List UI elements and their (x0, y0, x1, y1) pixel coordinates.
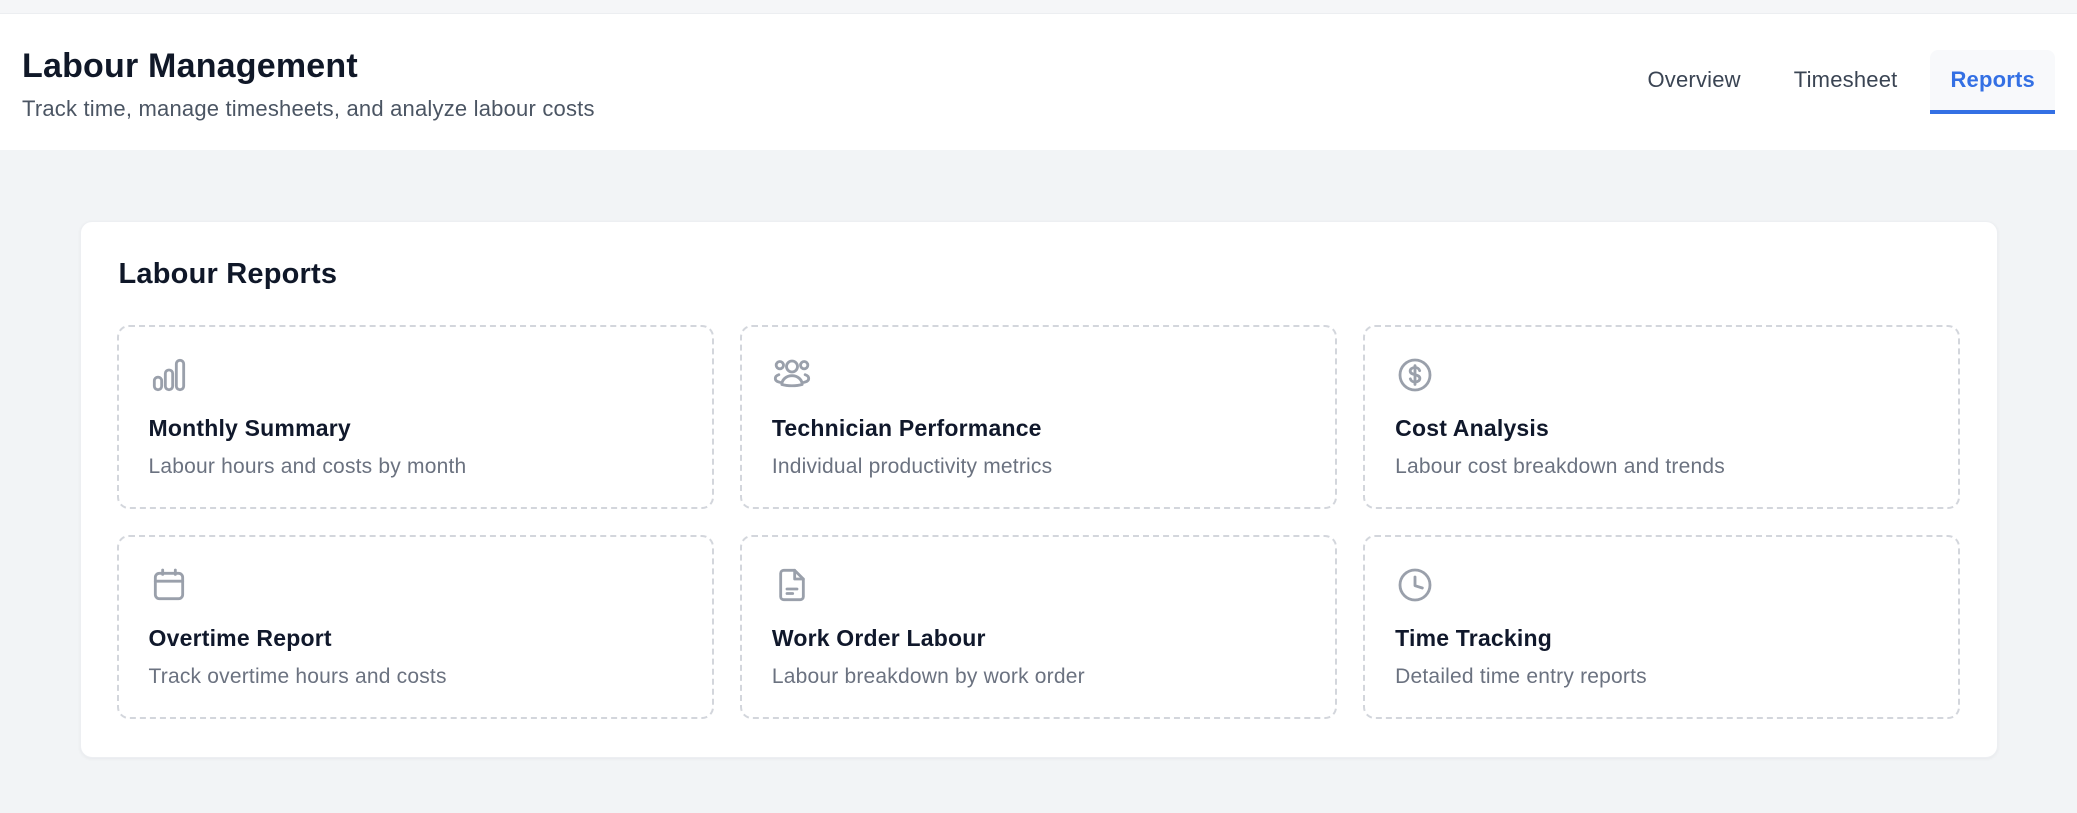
main-content: Labour Reports Monthly Summary Labour ho… (0, 221, 2077, 758)
report-card-description: Labour hours and costs by month (148, 455, 467, 478)
tab-timesheet[interactable]: Timesheet (1774, 50, 1918, 114)
report-card-title: Time Tracking (1395, 625, 1553, 651)
tab-overview[interactable]: Overview (1627, 50, 1760, 114)
report-card-title: Cost Analysis (1395, 415, 1550, 441)
report-card-description: Labour cost breakdown and trends (1395, 455, 1725, 478)
report-card-cost-analysis[interactable]: Cost Analysis Labour cost breakdown and … (1363, 325, 1961, 509)
page-title: Labour Management (22, 46, 358, 85)
clock-icon (1395, 565, 1435, 605)
report-card-description: Labour breakdown by work order (771, 665, 1085, 688)
top-strip (0, 0, 2077, 14)
users-icon (772, 355, 812, 395)
report-card-time-tracking[interactable]: Time Tracking Detailed time entry report… (1363, 535, 1961, 719)
labour-reports-panel: Labour Reports Monthly Summary Labour ho… (79, 221, 1998, 758)
calendar-icon (149, 565, 189, 605)
report-card-description: Individual productivity metrics (771, 455, 1053, 478)
report-card-title: Monthly Summary (148, 415, 351, 441)
bar-chart-icon (149, 355, 189, 395)
dollar-circle-icon (1395, 355, 1435, 395)
report-card-technician-performance[interactable]: Technician Performance Individual produc… (739, 325, 1338, 509)
report-card-work-order-labour[interactable]: Work Order Labour Labour breakdown by wo… (739, 535, 1338, 719)
report-card-description: Detailed time entry reports (1395, 665, 1647, 688)
tab-reports[interactable]: Reports (1930, 50, 2055, 114)
report-grid: Monthly Summary Labour hours and costs b… (116, 325, 1961, 719)
labour-management-screen: Labour Management Track time, manage tim… (0, 0, 2077, 813)
header-text-block: Labour Management Track time, manage tim… (22, 42, 595, 123)
panel-title: Labour Reports (118, 258, 338, 290)
report-card-title: Work Order Labour (771, 625, 986, 651)
page-header: Labour Management Track time, manage tim… (0, 14, 2077, 150)
report-card-title: Overtime Report (148, 625, 332, 651)
report-card-title: Technician Performance (771, 415, 1042, 441)
page-subtitle: Track time, manage timesheets, and analy… (22, 96, 595, 122)
report-card-overtime-report[interactable]: Overtime Report Track overtime hours and… (116, 535, 714, 719)
report-card-description: Track overtime hours and costs (148, 665, 447, 688)
file-text-icon (772, 565, 812, 605)
report-card-monthly-summary[interactable]: Monthly Summary Labour hours and costs b… (116, 325, 714, 509)
header-tabs: Overview Timesheet Reports (1627, 50, 2055, 114)
